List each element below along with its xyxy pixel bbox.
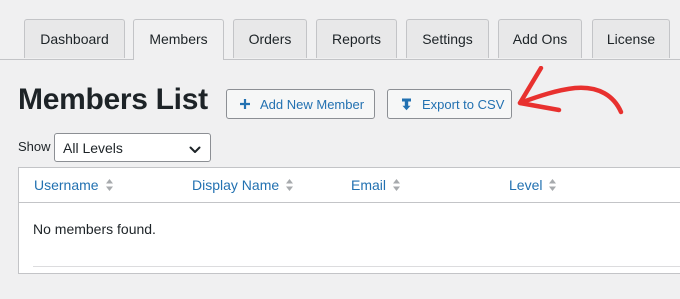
tab-orders[interactable]: Orders: [233, 19, 307, 58]
column-level-label: Level: [509, 176, 543, 193]
page-title: Members List: [18, 83, 208, 116]
show-label: Show: [18, 139, 51, 154]
sort-icon: [105, 178, 114, 192]
sort-icon: [285, 178, 294, 192]
export-to-csv-button[interactable]: Export to CSV: [387, 89, 512, 119]
column-level[interactable]: Level: [509, 168, 557, 202]
tab-members[interactable]: Members: [133, 19, 224, 60]
red-arrow-icon: [517, 66, 624, 115]
sort-icon: [392, 178, 401, 192]
nav-tabs: Dashboard Members Orders Reports Setting…: [0, 0, 680, 60]
chevron-down-icon: [189, 142, 201, 158]
column-username-label: Username: [34, 176, 99, 193]
column-email[interactable]: Email: [351, 168, 401, 202]
tab-reports[interactable]: Reports: [316, 19, 397, 58]
empty-message: No members found.: [33, 221, 156, 237]
table-header: Username Display Name Email Level: [19, 168, 680, 203]
add-new-member-button[interactable]: Add New Member: [226, 89, 375, 119]
tab-settings[interactable]: Settings: [406, 19, 489, 58]
export-to-csv-label: Export to CSV: [422, 96, 505, 112]
plus-icon: [239, 98, 251, 110]
divider: [33, 266, 680, 267]
column-display-name-label: Display Name: [192, 176, 280, 193]
download-icon: [401, 98, 412, 111]
add-new-member-label: Add New Member: [260, 96, 365, 112]
column-display-name[interactable]: Display Name: [192, 168, 294, 202]
sort-icon: [548, 178, 557, 192]
level-select-value: All Levels: [63, 139, 123, 156]
members-table: Username Display Name Email Level No mem…: [18, 167, 680, 274]
level-select[interactable]: All Levels: [54, 133, 211, 162]
tab-dashboard[interactable]: Dashboard: [24, 19, 125, 58]
tab-add-ons[interactable]: Add Ons: [498, 19, 582, 58]
tab-license[interactable]: License: [592, 19, 670, 58]
column-username[interactable]: Username: [34, 168, 114, 202]
column-email-label: Email: [351, 176, 387, 193]
